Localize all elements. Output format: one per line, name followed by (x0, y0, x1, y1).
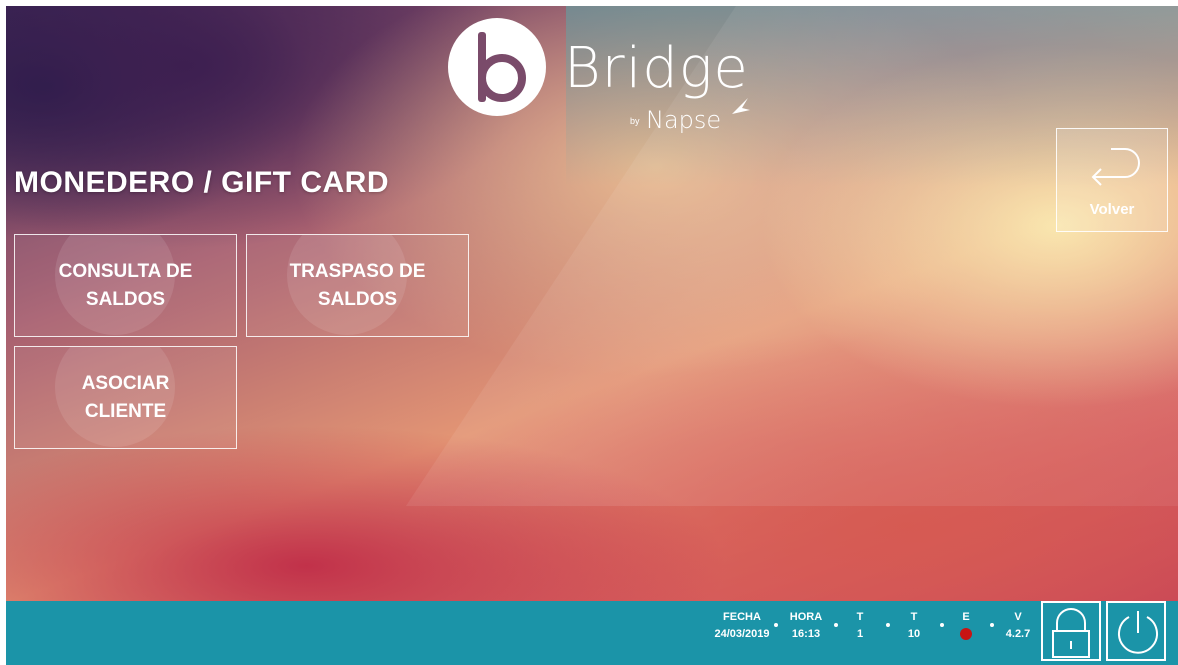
back-label: Volver (1089, 201, 1135, 218)
fecha-value: 24/03/2019 (714, 628, 770, 640)
status-t2: T 10 (902, 609, 926, 643)
back-button[interactable]: Volver (1056, 128, 1168, 232)
fecha-label: FECHA (723, 611, 761, 623)
status-t1: T 1 (850, 609, 870, 643)
logo-wordmark: Bridge (564, 36, 749, 101)
status-e: E (954, 609, 978, 646)
status-hora: HORA 16:13 (784, 609, 828, 643)
asociar-cliente-button[interactable]: ASOCIAR CLIENTE (14, 346, 237, 449)
logo-napse: Napse (646, 106, 722, 134)
status-fecha: FECHA 24/03/2019 (710, 609, 774, 643)
separator-dot (990, 623, 994, 627)
separator-dot (774, 623, 778, 627)
traspaso-saldos-button[interactable]: TRASPASO DE SALDOS (246, 234, 469, 337)
t1-value: 1 (856, 628, 864, 640)
app-screen: Bridge by Napse MONEDERO / GIFT CARD CON… (6, 6, 1178, 665)
error-status-indicator (960, 628, 972, 640)
status-version: V 4.2.7 (1002, 609, 1034, 643)
tile-label: CONSULTA DE SALDOS (58, 260, 193, 310)
e-label: E (962, 611, 970, 623)
power-icon (1118, 611, 1158, 654)
page-title: MONEDERO / GIFT CARD (14, 166, 389, 199)
hora-value: 16:13 (791, 628, 821, 640)
v-label: V (1014, 611, 1022, 623)
t2-value: 10 (907, 628, 921, 640)
separator-dot (886, 623, 890, 627)
tile-label: TRASPASO DE SALDOS (289, 260, 426, 310)
bridge-logo: Bridge by Napse (446, 16, 766, 156)
return-arrow-icon (1091, 148, 1140, 186)
t1-label: T (856, 611, 864, 623)
consulta-saldos-button[interactable]: CONSULTA DE SALDOS (14, 234, 237, 337)
v-value: 4.2.7 (1005, 628, 1031, 640)
lock-button[interactable] (1041, 601, 1101, 661)
logo-b-icon (448, 18, 546, 116)
lock-icon (1052, 608, 1090, 658)
t2-label: T (910, 611, 918, 623)
separator-dot (834, 623, 838, 627)
separator-dot (940, 623, 944, 627)
power-button[interactable] (1106, 601, 1166, 661)
logo-by: by (630, 116, 640, 126)
hora-label: HORA (789, 611, 823, 623)
status-bar: FECHA 24/03/2019 HORA 16:13 T 1 T 10 E V… (6, 601, 1178, 665)
tile-label: ASOCIAR CLIENTE (81, 372, 170, 422)
napse-mark-icon (732, 98, 750, 114)
